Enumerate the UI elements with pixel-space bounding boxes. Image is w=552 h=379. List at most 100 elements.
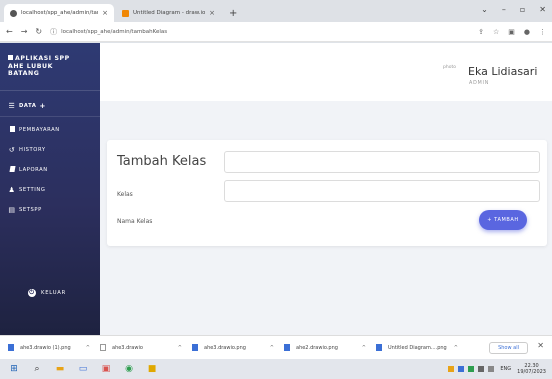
list-alt-icon: ▤ [8,206,16,214]
list-icon: ☰ [8,101,16,110]
kelas-input[interactable] [224,151,540,173]
download-name: ahe3.drawio [112,344,143,351]
volume-icon[interactable] [488,366,495,372]
logout-button[interactable]: ⏻ KELUAR [28,289,66,297]
browser-tab-active[interactable]: localhost/spp_ahe/admin/tamb × [4,4,114,22]
form-card: Tambah Kelas Kelas Nama Kelas + TAMBAH [107,140,547,246]
brand-line-3: BATANG [8,70,40,78]
close-icon[interactable]: ✕ [539,5,546,14]
download-item[interactable]: ahe3.drawio ^ [100,344,192,351]
sidebar-item-label: DATA [19,102,37,109]
download-item[interactable]: ahe3.drawio.png ^ [192,344,284,351]
back-icon[interactable]: ← [6,27,13,36]
download-name: ahe3.drawio.png [204,344,246,351]
nama-kelas-label: Nama Kelas [117,218,153,225]
users-icon: ♟ [8,186,16,194]
sidebar-item-setting[interactable]: ♟ SETTING [0,180,100,200]
sidebar: APLIKASI SPP AHE LUBUK BATANG ☰ DATA + P… [0,43,100,335]
image-file-icon [192,344,198,351]
user-name[interactable]: Eka Lidiasari [468,65,537,78]
chevron-up-icon[interactable]: ^ [270,345,274,351]
clock[interactable]: 22.30 19/07/2023 [517,363,546,375]
chevron-down-icon[interactable]: ⌄ [481,5,488,14]
tray-app-icon[interactable] [448,366,455,372]
search-icon[interactable]: ⌕ [31,363,43,375]
app-icon[interactable]: ■ [146,363,158,375]
info-icon[interactable]: ⓘ [50,27,57,37]
chrome-icon[interactable]: ◉ [123,363,135,375]
windows-start-icon[interactable]: ⊞ [8,363,20,375]
sidebar-item-pembayaran[interactable]: PEMBAYARAN [0,120,100,140]
avatar[interactable]: photo [443,65,456,70]
chevron-up-icon[interactable]: ^ [178,345,182,351]
brand-line-1: APLIKASI SPP [15,55,70,62]
system-tray: ENG 22.30 19/07/2023 [448,363,546,375]
file-manager-icon[interactable]: ▭ [77,363,89,375]
forward-icon[interactable]: → [21,27,28,36]
download-name: ahe2.drawio.png [296,344,338,351]
menu-icon[interactable]: ⋮ [539,28,546,36]
minimize-icon[interactable]: – [502,5,506,14]
downloads-bar: ahe3.drawio (1).png ^ ahe3.drawio ^ ahe3… [0,335,552,359]
download-name: Untitled Diagram....png [388,344,447,351]
download-item[interactable]: Untitled Diagram....png ^ [376,344,468,351]
sidebar-item-setspp[interactable]: ▤ SETSPP [0,200,100,220]
chevron-up-icon[interactable]: ^ [362,345,366,351]
close-icon[interactable]: ✕ [537,341,544,350]
sidebar-item-laporan[interactable]: LAPORAN [0,160,100,180]
top-header: photo Eka Lidiasari ADMIN [100,43,552,101]
tab-close-icon[interactable]: × [102,9,108,17]
history-icon: ↺ [8,146,16,154]
image-file-icon [376,344,382,351]
sidebar-item-label: SETSPP [19,207,42,213]
brand-line-2: AHE LUBUK [8,62,54,70]
tray-app-icon[interactable] [458,366,465,372]
address-bar[interactable]: ⓘ localhost/spp_ahe/admin/tambahKelas [50,25,470,39]
profile-icon[interactable]: ● [524,28,530,36]
explorer-icon[interactable]: ▬ [54,363,66,375]
reload-icon[interactable]: ↻ [35,27,42,36]
image-file-icon [8,344,14,351]
new-tab-button[interactable]: + [223,8,243,22]
chevron-up-icon[interactable]: ^ [454,345,458,351]
sidebar-item-data[interactable]: ☰ DATA + [0,95,100,117]
maximize-icon[interactable]: ▫ [520,5,525,14]
kelas-label: Kelas [117,191,133,198]
user-role: ADMIN [469,81,490,86]
sidebar-item-label: HISTORY [19,147,46,153]
browser-nav-bar: ← → ↻ ⓘ localhost/spp_ahe/admin/tambahKe… [0,22,552,42]
sidebar-item-history[interactable]: ↺ HISTORY [0,140,100,160]
logout-label: KELUAR [41,290,67,296]
show-all-button[interactable]: Show all [489,342,528,354]
browser-tab-strip: localhost/spp_ahe/admin/tamb × Untitled … [0,0,552,22]
app-brand[interactable]: APLIKASI SPP AHE LUBUK BATANG [0,43,100,91]
sidebar-item-label: SETTING [19,187,46,193]
sidebar-menu: ☰ DATA + PEMBAYARAN ↺ HISTORY LAPORAN ♟ … [0,91,100,220]
share-icon[interactable]: ⇪ [478,28,484,36]
nama-kelas-input[interactable] [224,180,540,202]
download-item[interactable]: ahe2.drawio.png ^ [284,344,376,351]
store-icon[interactable]: ▣ [100,363,112,375]
sidebar-item-label: PEMBAYARAN [19,127,60,133]
browser-tab-drawio[interactable]: Untitled Diagram - draw.io × [116,4,221,22]
sidebar-item-label: LAPORAN [19,167,48,173]
tab-close-icon[interactable]: × [209,9,215,17]
wifi-icon[interactable] [478,366,485,372]
tab-label: localhost/spp_ahe/admin/tamb [21,10,99,16]
page-title: Tambah Kelas [117,154,207,169]
app-logo-icon [8,55,13,60]
image-file-icon [284,344,290,351]
file-icon [8,126,16,134]
tambah-button[interactable]: + TAMBAH [479,210,527,230]
download-item[interactable]: ahe3.drawio (1).png ^ [8,344,100,351]
globe-icon [10,9,17,17]
file-icon [100,344,106,351]
window-controls: ⌄ – ▫ ✕ [481,5,546,14]
language-indicator[interactable]: ENG [500,366,511,372]
sidepanel-icon[interactable]: ▣ [508,28,515,36]
star-icon[interactable]: ☆ [493,28,499,36]
tray-app-icon[interactable] [468,366,475,372]
tray-icons [448,366,495,372]
drawio-icon [122,9,129,17]
chevron-up-icon[interactable]: ^ [86,345,90,351]
